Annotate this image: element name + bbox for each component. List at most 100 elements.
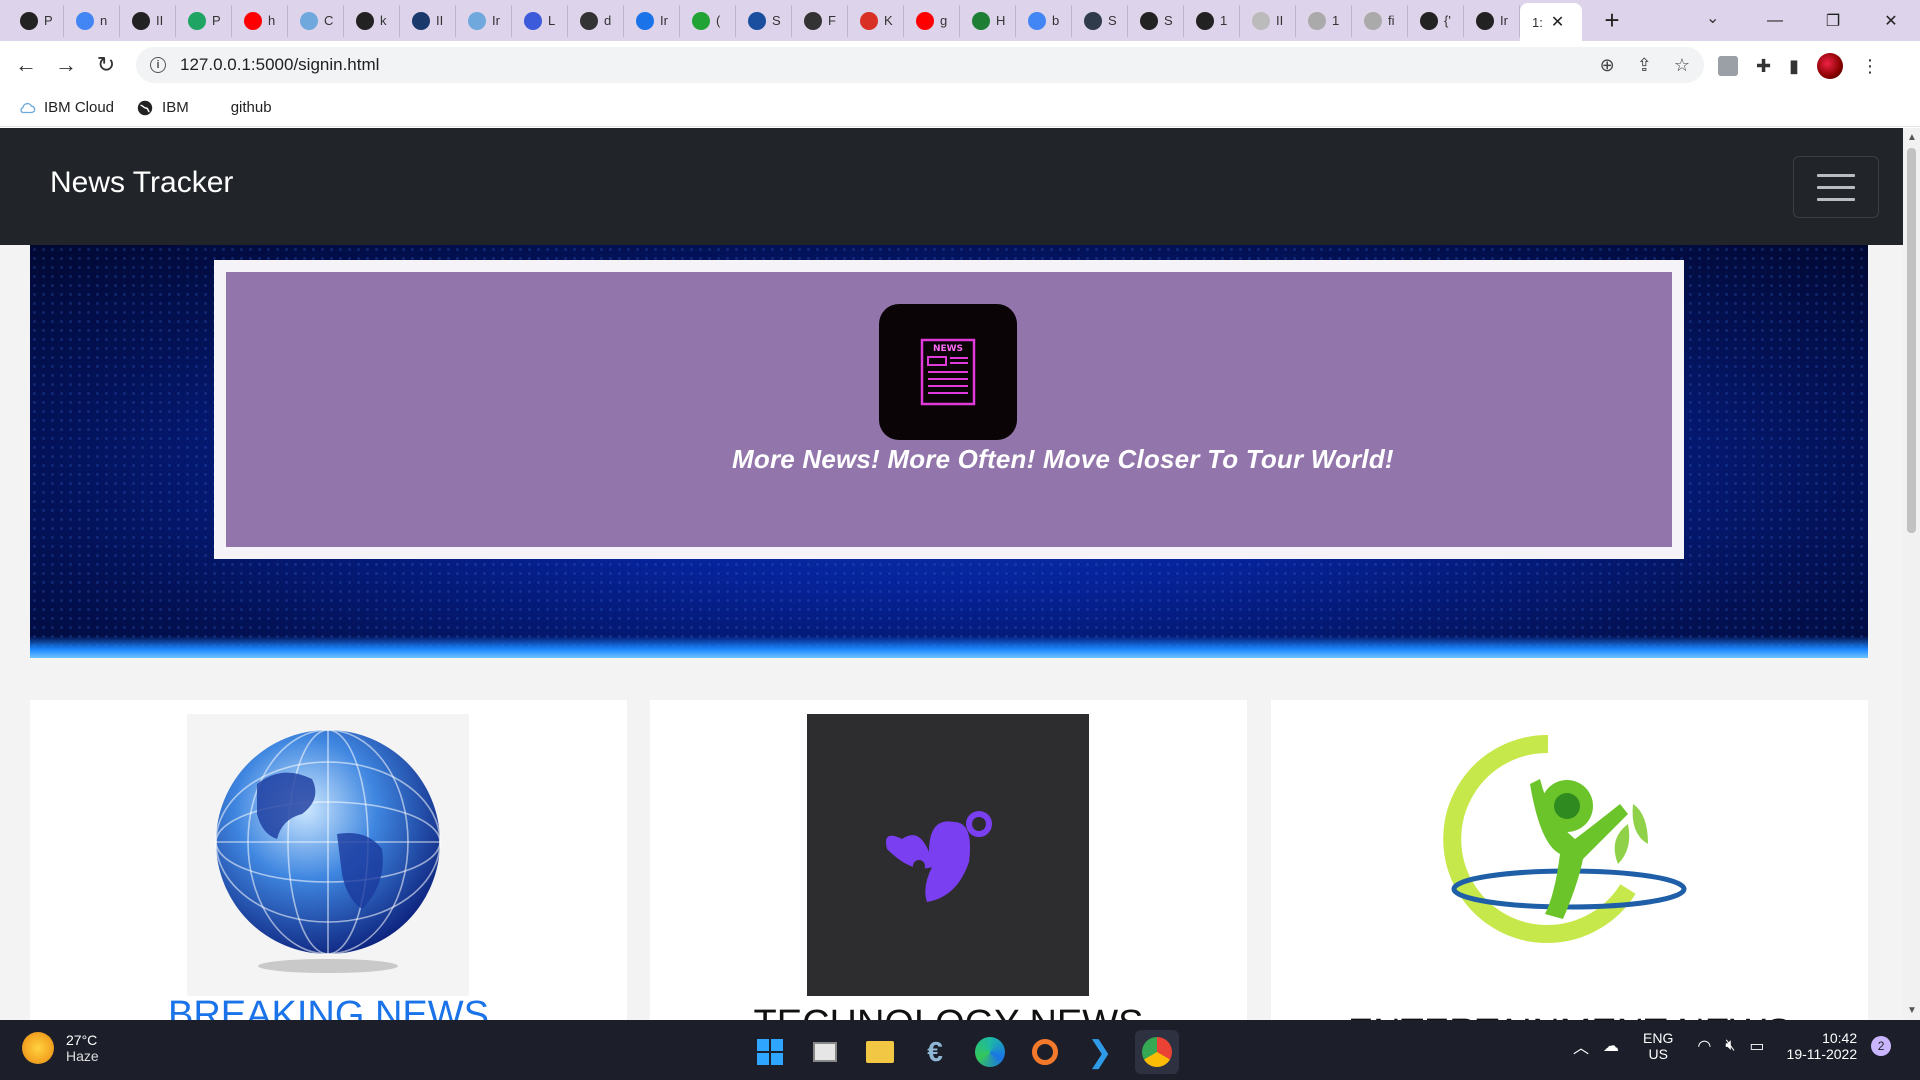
- tab-title: F: [828, 13, 836, 28]
- browser-tab[interactable]: K: [848, 4, 904, 37]
- browser-tab[interactable]: b: [1016, 4, 1072, 37]
- scroll-up-arrow-icon[interactable]: ▲: [1907, 132, 1917, 143]
- forward-arrow-icon[interactable]: →: [46, 45, 86, 85]
- card-title[interactable]: BREAKING NEWS: [30, 994, 627, 1020]
- tab-title: g: [940, 13, 948, 28]
- browser-tab[interactable]: h: [232, 4, 288, 37]
- browser-tab[interactable]: d: [568, 4, 624, 37]
- navbar-brand[interactable]: News Tracker: [50, 166, 233, 200]
- browser-tab[interactable]: II: [400, 4, 456, 37]
- site-info-icon[interactable]: i: [150, 57, 166, 73]
- tab-title: II: [1276, 13, 1284, 28]
- speaker-muted-icon[interactable]: 🔇︎: [1725, 1037, 1735, 1055]
- card-technology-news[interactable]: TECHNOLOGY NEWS: [650, 700, 1247, 1020]
- restore-icon[interactable]: ❐: [1804, 11, 1862, 31]
- tab-title: (: [716, 13, 721, 28]
- zoom-icon[interactable]: ⊕: [1600, 55, 1615, 76]
- page-scrollbar[interactable]: ▲ ▼: [1903, 128, 1920, 1020]
- scroll-down-arrow-icon[interactable]: ▼: [1907, 1005, 1917, 1016]
- tab-title: 1: [1332, 13, 1340, 28]
- browser-tab[interactable]: II: [1240, 4, 1296, 37]
- notification-badge[interactable]: 2: [1871, 1036, 1892, 1056]
- vscode-icon[interactable]: ❯: [1080, 1032, 1120, 1072]
- tab-search-chevron-icon[interactable]: ⌄: [1706, 8, 1719, 28]
- browser-tab[interactable]: L: [512, 4, 568, 37]
- tab-title: K: [884, 13, 893, 28]
- sun-haze-icon: [22, 1032, 54, 1064]
- browser-tab[interactable]: fi: [1352, 4, 1408, 37]
- address-bar[interactable]: i 127.0.0.1:5000/signin.html ⊕ ⇪ ☆: [136, 47, 1704, 83]
- browser-tab[interactable]: F: [792, 4, 848, 37]
- bike-icon: [580, 11, 598, 30]
- blender-icon[interactable]: [1025, 1032, 1065, 1072]
- people-icon: [524, 11, 542, 30]
- file-explorer-icon[interactable]: [860, 1032, 900, 1072]
- tab-title: d: [604, 13, 612, 28]
- navbar-toggler-menu-icon[interactable]: [1793, 156, 1879, 218]
- browser-tab[interactable]: Ir: [456, 4, 512, 37]
- browser-tab[interactable]: k: [344, 4, 400, 37]
- clock[interactable]: 10:42 19-11-2022: [1787, 1030, 1858, 1062]
- puzzle-extensions-icon[interactable]: ✚: [1756, 56, 1771, 77]
- card-title[interactable]: ENTERTAINMENT NEWS: [1271, 1012, 1868, 1020]
- bookmark-ibm[interactable]: IBM: [136, 99, 189, 117]
- browser-tab[interactable]: S: [1072, 4, 1128, 37]
- tab-title: II: [436, 13, 444, 28]
- browser-tab[interactable]: {': [1408, 4, 1464, 37]
- back-arrow-icon[interactable]: ←: [6, 45, 46, 85]
- scrollbar-thumb[interactable]: [1907, 148, 1916, 533]
- profile-avatar[interactable]: [1817, 53, 1843, 79]
- bookmark-star-icon[interactable]: ☆: [1674, 55, 1690, 76]
- url-text[interactable]: 127.0.0.1:5000/signin.html: [180, 55, 379, 75]
- weather-widget[interactable]: 27°C Haze: [22, 1032, 99, 1064]
- onedrive-cloud-icon[interactable]: ☁: [1603, 1036, 1619, 1056]
- eclipse-icon[interactable]: €: [915, 1032, 955, 1072]
- browser-tab[interactable]: C: [288, 4, 344, 37]
- browser-tab[interactable]: n: [64, 4, 120, 37]
- side-panel-icon[interactable]: ▮: [1789, 56, 1799, 77]
- close-tab-icon[interactable]: ✕: [1551, 12, 1564, 32]
- new-tab-plus-icon[interactable]: +: [1592, 5, 1632, 37]
- hamburger-bar: [1817, 185, 1855, 189]
- bookmark-github[interactable]: github: [231, 99, 272, 116]
- close-window-icon[interactable]: ✕: [1862, 11, 1920, 31]
- google-icon: [1028, 11, 1046, 30]
- card-title[interactable]: TECHNOLOGY NEWS: [650, 1003, 1247, 1020]
- browser-tab[interactable]: g: [904, 4, 960, 37]
- reload-icon[interactable]: ↻: [86, 45, 126, 85]
- tab-title: S: [772, 13, 781, 28]
- edge-icon[interactable]: [970, 1032, 1010, 1072]
- browser-tab[interactable]: P: [176, 4, 232, 37]
- tray-overflow-chevron-icon[interactable]: ︿: [1573, 1034, 1589, 1058]
- card-entertainment-news[interactable]: ENTERTAINMENT NEWS: [1271, 700, 1868, 1020]
- browser-tab[interactable]: (: [680, 4, 736, 37]
- browser-tab[interactable]: S: [1128, 4, 1184, 37]
- chrome-icon[interactable]: [1135, 1030, 1179, 1074]
- browser-tab[interactable]: 1: [1296, 4, 1352, 37]
- active-browser-tab[interactable]: 1: ✕: [1520, 3, 1582, 41]
- language-indicator[interactable]: ENG US: [1643, 1030, 1673, 1062]
- browser-tab[interactable]: H: [960, 4, 1016, 37]
- browser-tab[interactable]: II: [120, 4, 176, 37]
- bookmark-ibm-cloud[interactable]: IBM Cloud: [18, 99, 114, 117]
- browser-tab[interactable]: Ir: [624, 4, 680, 37]
- wifi-icon[interactable]: ◠: [1697, 1036, 1711, 1056]
- minimize-icon[interactable]: —: [1746, 12, 1804, 30]
- browser-tab[interactable]: P: [8, 4, 64, 37]
- globe-icon: [1196, 11, 1214, 30]
- browser-tab[interactable]: S: [736, 4, 792, 37]
- tab-title: P: [44, 13, 53, 28]
- globe-icon: [1140, 11, 1158, 30]
- share-icon[interactable]: ⇪: [1637, 55, 1652, 76]
- extensions-area: ✚ ▮ ⋮: [1718, 53, 1879, 79]
- card-breaking-news[interactable]: BREAKING NEWS: [30, 700, 627, 1020]
- weather-temperature: 27°C: [66, 1032, 98, 1048]
- battery-icon[interactable]: ▭: [1749, 1036, 1764, 1056]
- windows-start-icon[interactable]: [750, 1032, 790, 1072]
- browser-tab[interactable]: 1: [1184, 4, 1240, 37]
- extension-icon[interactable]: [1718, 56, 1738, 76]
- browser-tab[interactable]: Ir: [1464, 4, 1520, 37]
- task-view-icon[interactable]: [805, 1032, 845, 1072]
- browser-toolbar: ← → ↻ i 127.0.0.1:5000/signin.html ⊕ ⇪ ☆…: [0, 41, 1920, 89]
- menu-kebab-icon[interactable]: ⋮: [1861, 56, 1879, 77]
